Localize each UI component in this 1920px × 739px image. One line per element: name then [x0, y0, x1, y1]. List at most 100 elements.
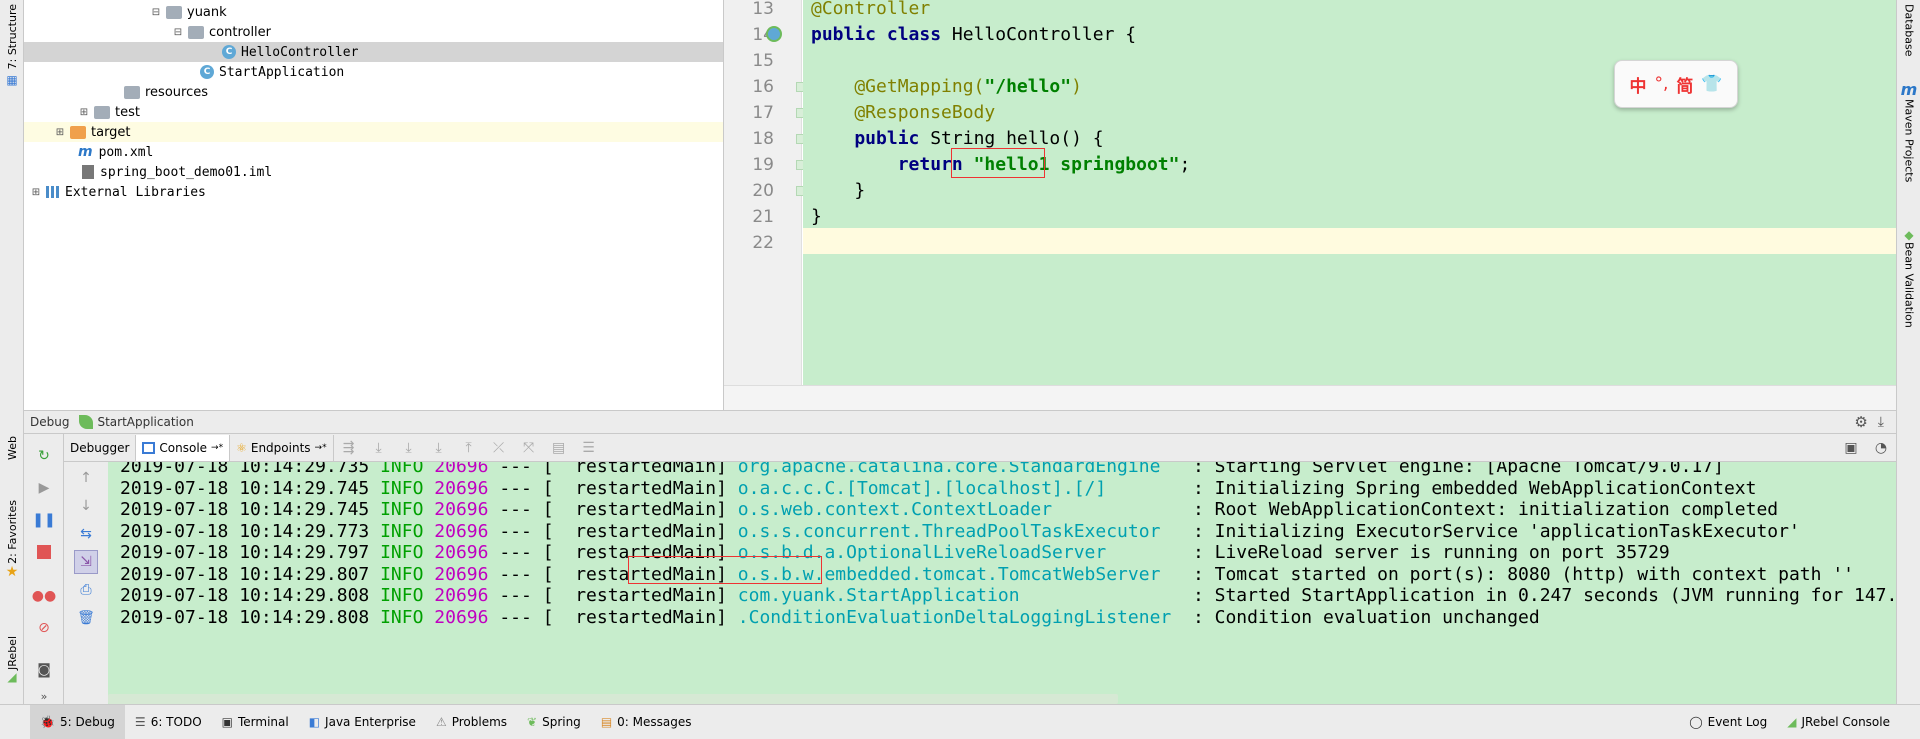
ime-chinese-mode[interactable]: 中 [1629, 72, 1646, 97]
log-sep: --- [499, 542, 532, 563]
collapse-icon[interactable]: ⊟ [150, 6, 162, 18]
tab-spring[interactable]: ❦ Spring [517, 705, 591, 739]
tab-label: Java Enterprise [325, 715, 416, 729]
clear-all-icon[interactable]: 🗑 [74, 606, 98, 630]
show-execution-point-icon[interactable]: ⇶ [338, 439, 360, 457]
horizontal-scrollbar[interactable] [108, 694, 1118, 704]
log-date: 2019-07-18 10:14:29.745 [120, 477, 370, 499]
log-date: 2019-07-18 10:14:29.773 [120, 520, 370, 542]
tab-terminal[interactable]: ▣ Terminal [212, 705, 299, 739]
step-into-icon[interactable]: ⤓ [398, 439, 420, 457]
tab-5-debug[interactable]: 🐞 5: Debug [30, 704, 125, 739]
trace-icon[interactable]: ☰ [578, 439, 600, 457]
log-level: INFO [380, 563, 424, 585]
tree-item-startapplication[interactable]: C StartApplication [24, 62, 723, 82]
tree-item-iml[interactable]: spring_boot_demo01.iml [24, 162, 723, 182]
java-enterprise-icon: ◧ [308, 715, 321, 729]
run-config-tab[interactable]: StartApplication [79, 415, 194, 429]
settings-gear-icon[interactable]: ⚙ [1854, 413, 1867, 431]
scroll-up-icon[interactable]: ↑ [74, 466, 98, 490]
scroll-to-end-icon[interactable]: ⇲ [74, 550, 98, 574]
tab-debugger[interactable]: Debugger [64, 434, 137, 461]
tab-jrebel-console[interactable]: ◢ JRebel Console [1777, 705, 1900, 739]
tree-item-yuank[interactable]: ⊟ yuank [24, 2, 723, 22]
expand-icon[interactable]: ⊞ [54, 126, 66, 138]
iml-file-icon [82, 165, 94, 179]
tab-console[interactable]: Console →* [136, 434, 231, 461]
tab-label: 0: Messages [617, 715, 692, 729]
tab-endpoints[interactable]: ⚛ Endpoints →* [230, 434, 334, 461]
run-to-cursor-icon[interactable]: ⤧ [518, 439, 540, 457]
favorites-tab[interactable]: 2: Favorites ★ [0, 500, 24, 580]
maven-projects-tab[interactable]: m Maven Projects [1897, 80, 1920, 182]
restore-layout-icon[interactable]: ▣ [1840, 439, 1862, 457]
jrebel-tab[interactable]: JRebel ◢ [0, 636, 24, 684]
tab-problems[interactable]: ⚠ Problems [426, 705, 517, 739]
tree-item-controller[interactable]: ⊟ controller [24, 22, 723, 42]
tab-label: Event Log [1707, 715, 1768, 729]
soft-wrap-icon[interactable]: ⇆ [74, 522, 98, 546]
drop-frame-icon[interactable]: ⤫ [488, 439, 510, 457]
ime-toolbar[interactable]: 中 °, 简 👕 [1614, 60, 1738, 108]
collapse-icon[interactable]: ⊟ [172, 26, 184, 38]
right-tool-stripe: Database m Maven Projects ◆ Bean Validat… [1896, 0, 1920, 704]
resume-icon[interactable]: ▶ [32, 476, 56, 500]
spring-bean-icon[interactable] [766, 26, 782, 42]
step-out-icon[interactable]: ⤒ [458, 439, 480, 457]
tab-0-messages[interactable]: ▤ 0: Messages [591, 705, 702, 739]
ime-skin-icon[interactable]: 👕 [1701, 74, 1722, 94]
console-output[interactable]: ↑ ↓ ⇆ ⇲ ⎙ 🗑 2019-07-18 10:14:29.735 INFO… [64, 462, 1896, 704]
scroll-down-icon[interactable]: ↓ [74, 494, 98, 518]
force-step-into-icon[interactable]: ⤓ [428, 439, 450, 457]
web-tab[interactable]: Web [0, 436, 24, 460]
code-area[interactable]: @Controller public class HelloController … [803, 0, 1896, 385]
tab-event-log[interactable]: ◯ Event Log [1679, 705, 1777, 739]
structure-tab[interactable]: 7: Structure ▦ [0, 4, 24, 87]
expand-icon[interactable]: ⊞ [30, 186, 42, 198]
code-token: } [811, 206, 822, 227]
editor-gutter[interactable]: 13 14 15 16 17 18 19 20 21 22 [724, 0, 806, 385]
tree-item-label: controller [209, 24, 272, 40]
tree-item-pom[interactable]: m pom.xml [24, 142, 723, 162]
hide-window-icon[interactable]: ⤓ [1878, 414, 1884, 430]
expand-icon[interactable]: ⊞ [78, 106, 90, 118]
ime-punctuation[interactable]: °, [1654, 74, 1668, 94]
log-logger: o.a.c.c.C.[Tomcat].[localhost].[/] [737, 477, 1183, 499]
tree-item-test[interactable]: ⊞ test [24, 102, 723, 122]
maven-projects-tab-label: Maven Projects [1902, 99, 1916, 183]
stop-icon[interactable] [32, 540, 56, 564]
log-msg: : Root WebApplicationContext: initializa… [1192, 499, 1779, 520]
bean-validation-tab[interactable]: ◆ Bean Validation [1897, 228, 1920, 328]
tab-label: JRebel Console [1801, 715, 1890, 729]
evaluate-icon[interactable]: ▤ [548, 439, 570, 457]
print-icon[interactable]: ⎙ [74, 578, 98, 602]
database-tab[interactable]: Database [1897, 4, 1920, 57]
code-token: HelloController { [951, 24, 1137, 45]
log-thread: [ restartedMain] [542, 499, 727, 520]
log-pid: 20696 [434, 520, 489, 542]
camera-icon[interactable]: ◙ [32, 658, 56, 682]
tree-item-hellocontroller[interactable]: C HelloController [24, 42, 723, 62]
ime-simplified[interactable]: 简 [1676, 72, 1693, 97]
editor-bottom-strip [724, 385, 1896, 410]
log-level: INFO [380, 499, 424, 520]
log-thread: [ restartedMain] [542, 606, 727, 628]
code-token: public [811, 128, 931, 149]
tree-item-external-libraries[interactable]: ⊞ External Libraries [24, 182, 723, 202]
tab-java-enterprise[interactable]: ◧ Java Enterprise [299, 705, 426, 739]
debug-tabs: Debugger Console →* ⚛ Endpoints →* ⇶ ⤓ ⤓… [64, 434, 1896, 462]
folder-icon [94, 105, 110, 119]
rerun-icon[interactable]: ↻ [32, 444, 56, 468]
tree-item-resources[interactable]: resources [24, 82, 723, 102]
log-thread: [ restartedMain] [542, 520, 727, 542]
pause-icon[interactable]: ❚❚ [32, 508, 56, 532]
log-pid: 20696 [434, 499, 489, 520]
log-date: 2019-07-18 10:14:29.745 [120, 499, 370, 520]
log-sep: --- [499, 563, 532, 585]
tree-item-target[interactable]: ⊞ target [24, 122, 723, 142]
mute-breakpoints-icon[interactable]: ⊘ [32, 616, 56, 640]
tab-6-todo[interactable]: ☰ 6: TODO [125, 705, 212, 739]
memory-indicator-icon[interactable]: ◔ [1870, 439, 1892, 457]
view-breakpoints-icon[interactable]: ●● [32, 584, 56, 608]
step-over-icon[interactable]: ⤓ [368, 439, 390, 457]
